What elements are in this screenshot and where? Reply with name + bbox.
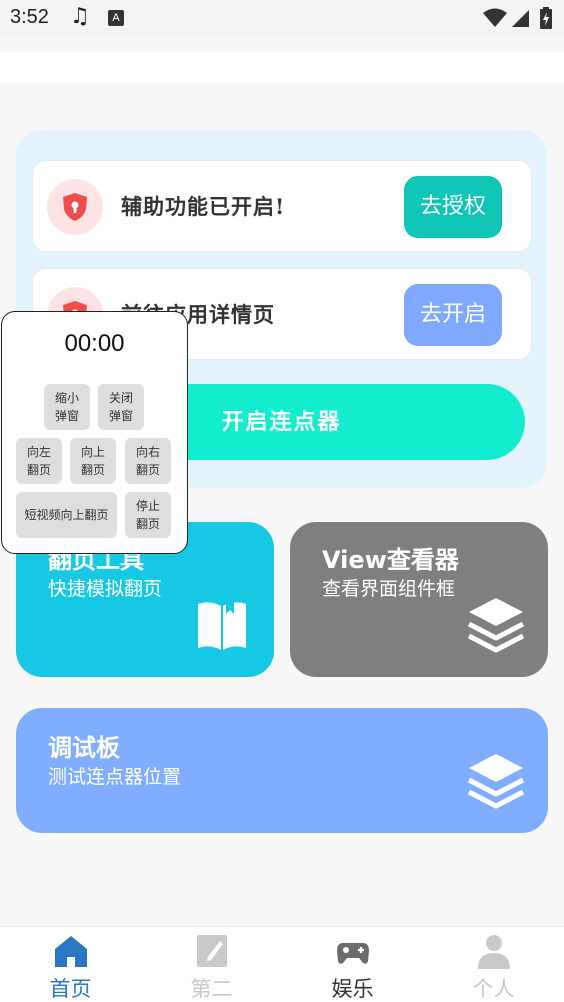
status-time: 3:52 bbox=[10, 6, 49, 28]
nav-label: 娱乐 bbox=[331, 977, 374, 1001]
floating-control-window[interactable]: 00:00 缩小 弹窗 关闭 弹窗 向左 翻页 向上 翻页 向右 翻页 短视频向… bbox=[1, 311, 188, 554]
open-book-icon bbox=[198, 600, 246, 650]
layers-icon bbox=[467, 754, 525, 809]
flip-right-button[interactable]: 向右 翻页 bbox=[125, 438, 171, 484]
shrink-window-button[interactable]: 缩小 弹窗 bbox=[44, 384, 90, 430]
a-badge-icon: A bbox=[108, 10, 124, 26]
view-viewer-tile[interactable]: View查看器 查看界面组件框 bbox=[290, 522, 548, 677]
signal-icon bbox=[512, 10, 529, 27]
tile-subtitle: 测试连点器位置 bbox=[48, 766, 182, 788]
battery-charging-icon bbox=[540, 7, 552, 29]
debug-board-tile[interactable]: 调试板 测试连点器位置 bbox=[16, 708, 548, 833]
tile-title: View查看器 bbox=[322, 546, 459, 574]
nav-item-entertainment[interactable]: 娱乐 bbox=[282, 927, 423, 1002]
music-note-icon: ♫ bbox=[70, 4, 90, 29]
wifi-icon bbox=[483, 8, 507, 27]
home-icon bbox=[54, 936, 87, 967]
tile-subtitle: 查看界面组件框 bbox=[322, 578, 456, 600]
nav-item-second[interactable]: 第二 bbox=[141, 927, 282, 1002]
nav-item-profile[interactable]: 个人 bbox=[423, 927, 564, 1002]
flip-left-button[interactable]: 向左 翻页 bbox=[16, 438, 62, 484]
nav-label: 首页 bbox=[49, 977, 92, 1001]
person-icon bbox=[477, 935, 510, 969]
enable-button[interactable]: 去开启 bbox=[404, 284, 502, 346]
nav-label: 个人 bbox=[472, 977, 515, 1001]
flip-up-button[interactable]: 向上 翻页 bbox=[70, 438, 116, 484]
gamepad-icon bbox=[336, 943, 369, 964]
bottom-navigation: 首页 第二 娱乐 个人 bbox=[0, 926, 564, 1002]
accessibility-status-label: 辅助功能已开启! bbox=[121, 194, 286, 219]
accessibility-card: 辅助功能已开启! 去授权 bbox=[32, 160, 532, 252]
app-top-bar bbox=[0, 52, 564, 82]
layers-icon bbox=[467, 598, 525, 653]
shield-icon bbox=[47, 179, 103, 235]
short-video-flip-up-button[interactable]: 短视频向上翻页 bbox=[16, 492, 117, 538]
authorize-button[interactable]: 去授权 bbox=[404, 176, 502, 238]
close-window-button[interactable]: 关闭 弹窗 bbox=[98, 384, 144, 430]
timer-display: 00:00 bbox=[64, 330, 125, 357]
tile-title: 调试板 bbox=[48, 734, 120, 762]
nav-label: 第二 bbox=[190, 977, 233, 1001]
stop-flip-button[interactable]: 停止 翻页 bbox=[125, 492, 171, 538]
status-bar: 3:52 ♫ A bbox=[0, 0, 564, 38]
nav-item-home[interactable]: 首页 bbox=[0, 927, 141, 1002]
edit-note-icon bbox=[196, 935, 227, 967]
tile-subtitle: 快捷模拟翻页 bbox=[48, 578, 163, 600]
